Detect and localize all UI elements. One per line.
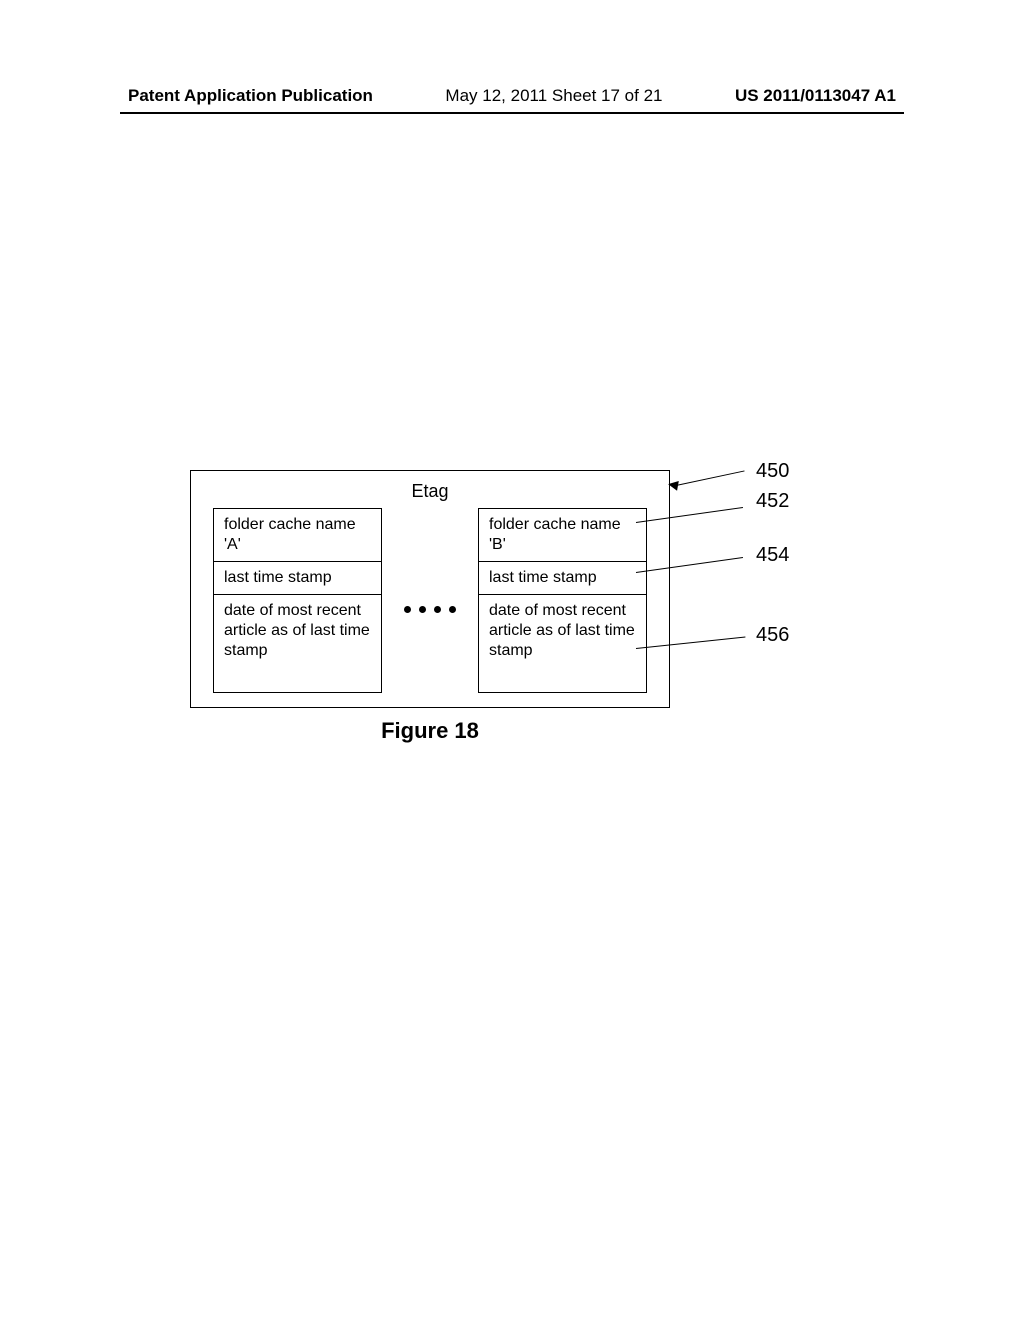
etag-title: Etag	[213, 481, 647, 502]
header-mid: May 12, 2011 Sheet 17 of 21	[445, 86, 662, 106]
dot-icon	[449, 606, 456, 613]
header-left: Patent Application Publication	[128, 86, 373, 106]
dot-icon	[419, 606, 426, 613]
folder-timestamp-cell: last time stamp	[213, 562, 382, 595]
dot-icon	[404, 606, 411, 613]
figure-caption: Figure 18	[190, 718, 670, 744]
leader-line	[676, 470, 745, 486]
folder-column-a: folder cache name 'A' last time stamp da…	[213, 508, 382, 693]
folder-name-cell: folder cache name 'A'	[213, 508, 382, 562]
ref-452: 452	[756, 490, 789, 513]
ellipsis-dots	[400, 606, 460, 613]
folder-date-cell: date of most recent article as of last t…	[213, 595, 382, 693]
etag-container: Etag folder cache name 'A' last time sta…	[190, 470, 670, 708]
folder-date-cell: date of most recent article as of last t…	[478, 595, 647, 693]
page: Patent Application Publication May 12, 2…	[0, 0, 1024, 1320]
folder-column-b: folder cache name 'B' last time stamp da…	[478, 508, 647, 693]
ref-450: 450	[756, 460, 789, 483]
dot-icon	[434, 606, 441, 613]
header-right: US 2011/0113047 A1	[735, 86, 896, 106]
folder-columns-row: folder cache name 'A' last time stamp da…	[213, 508, 647, 693]
folder-timestamp-cell: last time stamp	[478, 562, 647, 595]
ref-456: 456	[756, 624, 789, 647]
page-header: Patent Application Publication May 12, 2…	[128, 86, 896, 106]
folder-name-cell: folder cache name 'B'	[478, 508, 647, 562]
ref-454: 454	[756, 544, 789, 567]
figure-18: Etag folder cache name 'A' last time sta…	[190, 470, 670, 744]
header-rule	[120, 112, 904, 114]
